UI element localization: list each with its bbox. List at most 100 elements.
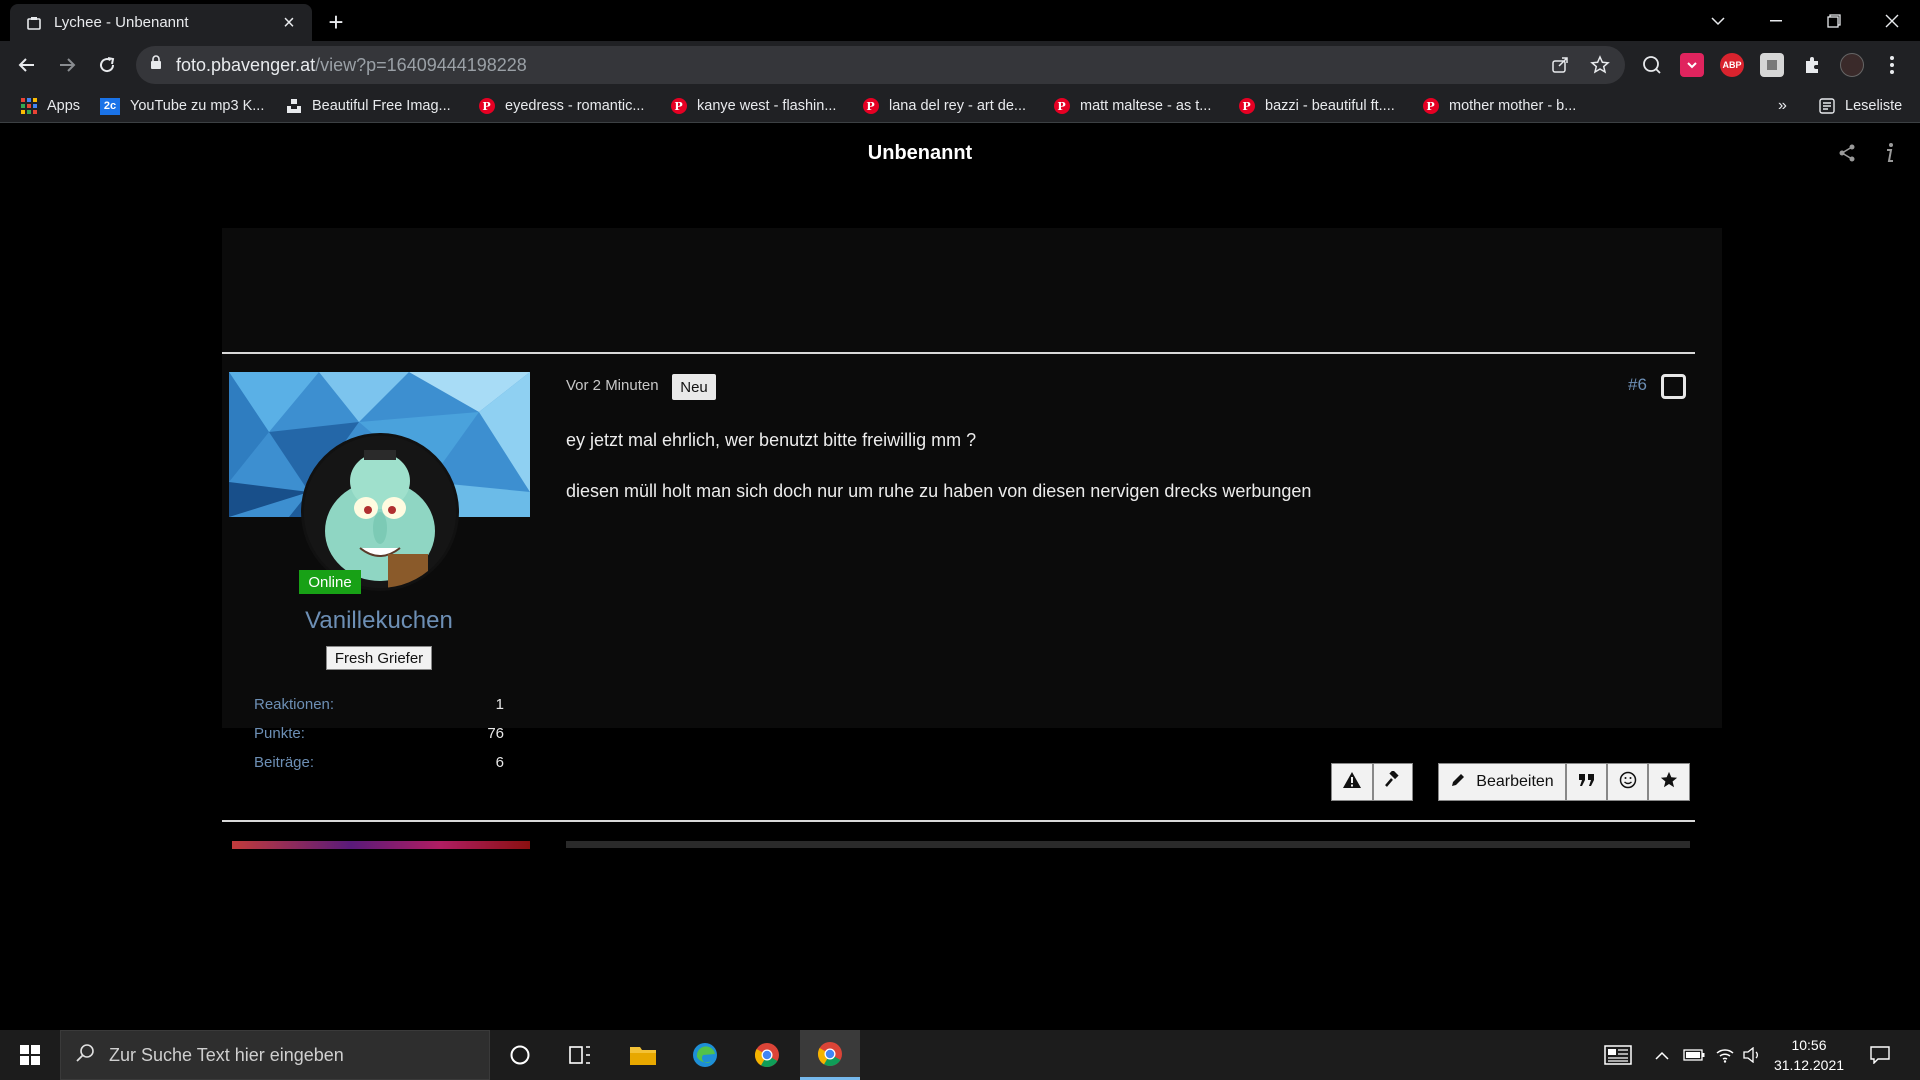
news-widget-icon[interactable] xyxy=(1600,1030,1636,1080)
post-timestamp[interactable]: Vor 2 Minuten xyxy=(566,377,659,394)
quote-button[interactable] xyxy=(1566,763,1607,801)
user-title-badge: Fresh Griefer xyxy=(326,646,432,670)
image-extension-icon[interactable] xyxy=(1760,53,1784,77)
clock-date: 31.12.2021 xyxy=(1773,1057,1845,1073)
reading-list-button[interactable]: Leseliste xyxy=(1818,95,1902,117)
bookmark-apps[interactable]: Apps xyxy=(20,95,80,117)
avatar[interactable] xyxy=(301,433,459,591)
next-post-bar xyxy=(566,841,1690,848)
search-icon xyxy=(75,1043,95,1068)
bookmarks-overflow-button[interactable]: » xyxy=(1778,95,1787,117)
bookmarks-bar: Apps 2c YouTube zu mp3 K... Beautiful Fr… xyxy=(0,89,1920,123)
share-icon[interactable] xyxy=(1550,55,1570,75)
browser-tab[interactable]: Lychee - Unbenannt × xyxy=(10,4,312,41)
search-placeholder: Zur Suche Text hier eingeben xyxy=(109,1044,344,1065)
tray-chevron-up-icon[interactable] xyxy=(1650,1030,1674,1080)
2c-icon: 2c xyxy=(100,97,120,115)
profile-avatar[interactable] xyxy=(1840,53,1864,77)
warning-icon xyxy=(1342,771,1362,794)
lychee-favicon-icon xyxy=(26,15,42,31)
file-explorer-icon[interactable] xyxy=(613,1030,673,1080)
new-tab-button[interactable]: + xyxy=(322,8,350,36)
username-link[interactable]: Vanillekuchen xyxy=(229,607,529,635)
bookmark-star-icon[interactable] xyxy=(1590,55,1610,75)
browser-toolbar: foto.pbavenger.at/view?p=16409444198228 … xyxy=(0,41,1920,89)
pinterest-icon: P xyxy=(478,98,495,115)
quote-icon xyxy=(1578,773,1596,792)
windows-start-icon[interactable] xyxy=(0,1030,60,1080)
restore-icon[interactable] xyxy=(1806,0,1862,41)
address-bar[interactable]: foto.pbavenger.at/view?p=16409444198228 xyxy=(136,46,1625,84)
bookmark-pinterest-3[interactable]: P lana del rey - art de... xyxy=(862,95,1026,117)
forward-icon[interactable] xyxy=(51,49,83,81)
react-button[interactable] xyxy=(1607,763,1648,801)
minimize-icon[interactable] xyxy=(1748,0,1804,41)
info-icon[interactable] xyxy=(1876,140,1902,166)
divider xyxy=(222,352,1695,354)
volume-icon[interactable] xyxy=(1740,1030,1764,1080)
stat-value-posts: 6 xyxy=(495,754,504,771)
windows-taskbar: Zur Suche Text hier eingeben 10:56 31.12… xyxy=(0,1030,1920,1080)
chrome-active-icon[interactable] xyxy=(800,1030,860,1080)
chrome-icon[interactable] xyxy=(737,1030,797,1080)
reload-icon[interactable] xyxy=(91,49,123,81)
online-status-badge: Online xyxy=(299,570,361,594)
post-message-line: ey jetzt mal ehrlich, wer benutzt bitte … xyxy=(566,430,977,450)
adblock-plus-icon[interactable]: ABP xyxy=(1720,53,1744,77)
pencil-icon xyxy=(1450,772,1466,793)
taskbar-search-box[interactable]: Zur Suche Text hier eingeben xyxy=(60,1030,490,1080)
unsplash-icon xyxy=(285,98,302,115)
reading-list-icon xyxy=(1818,98,1835,115)
taskbar-clock[interactable]: 10:56 31.12.2021 xyxy=(1764,1035,1854,1075)
new-badge: Neu xyxy=(672,374,716,400)
task-view-icon[interactable] xyxy=(550,1030,610,1080)
page-title: Unbenannt xyxy=(867,142,973,164)
lock-icon[interactable] xyxy=(150,55,162,75)
stat-label-posts[interactable]: Beiträge: xyxy=(254,754,314,771)
next-post-cover-image xyxy=(232,841,530,849)
clock-time: 10:56 xyxy=(1791,1037,1827,1053)
bookmark-pinterest-1[interactable]: P eyedress - romantic... xyxy=(478,95,644,117)
cortana-icon[interactable] xyxy=(490,1030,550,1080)
pinterest-icon: P xyxy=(1422,98,1439,115)
post-number-link[interactable]: #6 xyxy=(1628,375,1647,395)
tab-search-icon[interactable] xyxy=(1690,0,1746,41)
pocket-extension-icon[interactable] xyxy=(1680,53,1704,77)
edit-button[interactable]: Bearbeiten xyxy=(1438,763,1566,801)
tab-title: Lychee - Unbenannt xyxy=(54,14,189,31)
star-icon xyxy=(1660,771,1678,794)
bookmark-unsplash[interactable]: Beautiful Free Imag... xyxy=(285,95,451,117)
smiley-icon xyxy=(1619,771,1637,794)
stat-label-points[interactable]: Punkte: xyxy=(254,725,305,742)
stat-label-reactions[interactable]: Reaktionen: xyxy=(254,696,334,713)
pinterest-icon: P xyxy=(862,98,879,115)
bookmark-pinterest-2[interactable]: P kanye west - flashin... xyxy=(670,95,836,117)
wifi-icon[interactable] xyxy=(1712,1030,1738,1080)
tab-strip: Lychee - Unbenannt × + xyxy=(0,0,1920,41)
post-select-checkbox[interactable] xyxy=(1661,374,1686,399)
bookmark-youtube-mp3[interactable]: 2c YouTube zu mp3 K... xyxy=(100,95,264,117)
report-button[interactable] xyxy=(1331,763,1373,801)
share-icon[interactable] xyxy=(1834,140,1860,166)
edge-icon[interactable] xyxy=(675,1030,735,1080)
close-window-icon[interactable] xyxy=(1864,0,1920,41)
stat-value-reactions: 1 xyxy=(495,696,504,713)
bookmark-post-button[interactable] xyxy=(1648,763,1690,801)
url-text[interactable]: foto.pbavenger.at/view?p=16409444198228 xyxy=(176,55,527,76)
chrome-menu-icon[interactable] xyxy=(1880,53,1904,77)
pinterest-icon: P xyxy=(1053,98,1070,115)
divider xyxy=(222,820,1695,822)
notifications-icon[interactable] xyxy=(1862,1030,1898,1080)
bookmark-pinterest-4[interactable]: P matt maltese - as t... xyxy=(1053,95,1211,117)
bookmark-pinterest-6[interactable]: P mother mother - b... xyxy=(1422,95,1576,117)
lens-extension-icon[interactable] xyxy=(1640,53,1664,77)
post-message-line: diesen müll holt man sich doch nur um ru… xyxy=(566,481,1312,501)
pinterest-icon: P xyxy=(670,98,687,115)
battery-icon[interactable] xyxy=(1680,1030,1708,1080)
gavel-icon xyxy=(1384,769,1402,794)
back-icon[interactable] xyxy=(11,49,43,81)
tab-close-icon[interactable]: × xyxy=(278,13,300,33)
moderate-button[interactable] xyxy=(1373,763,1413,801)
extensions-puzzle-icon[interactable] xyxy=(1800,53,1824,77)
bookmark-pinterest-5[interactable]: P bazzi - beautiful ft.... xyxy=(1238,95,1395,117)
